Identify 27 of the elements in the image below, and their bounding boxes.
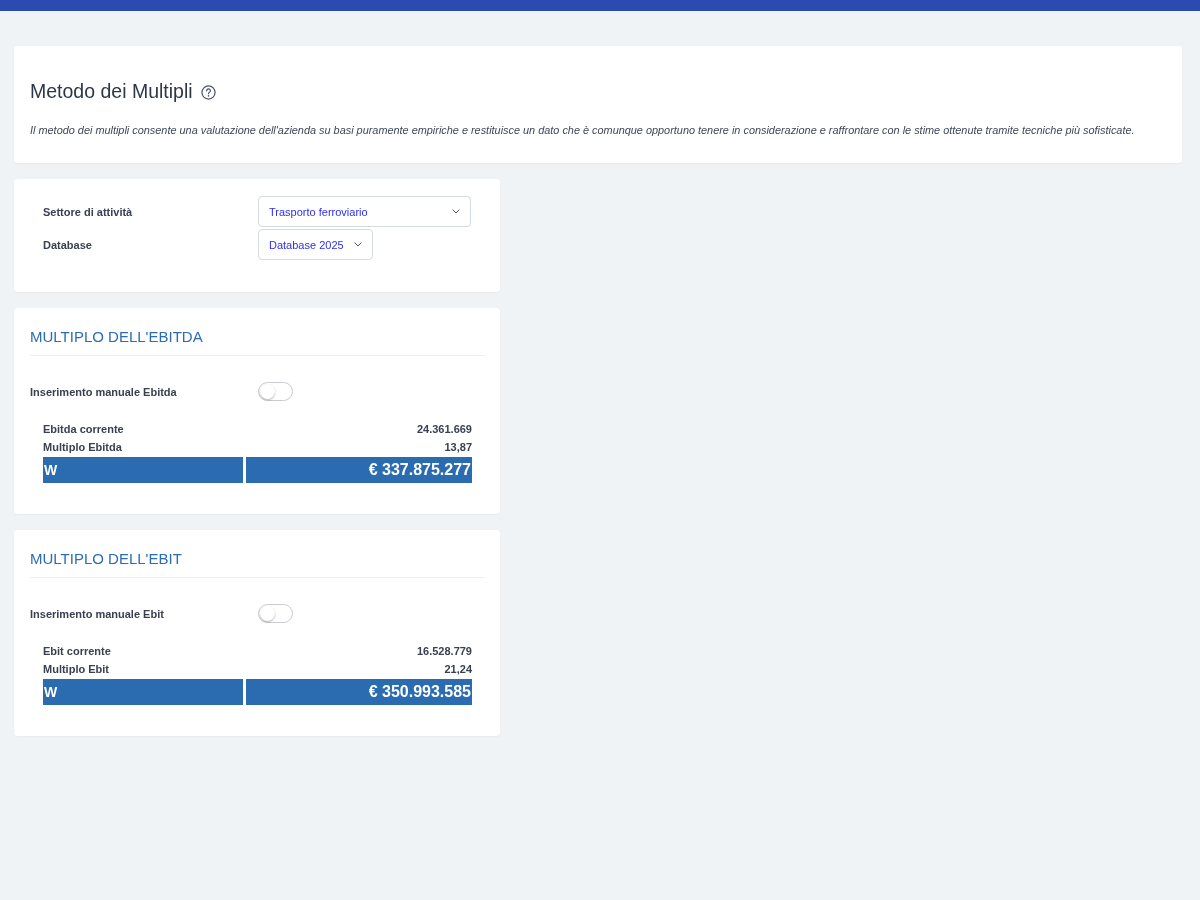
row-value: 24.361.669 [415, 422, 472, 437]
row-label: Multiplo Ebit [43, 662, 110, 677]
dropdown[interactable]: Database 2025 [258, 229, 373, 260]
help-icon[interactable] [200, 85, 216, 100]
toggle-switch[interactable] [258, 604, 293, 623]
row-value: 21,24 [443, 662, 472, 677]
row-label: Ebitda corrente [43, 422, 125, 437]
row-label: Multiplo Ebitda [43, 440, 123, 455]
result-label-cell: W [43, 457, 243, 483]
result-value-cell: € 350.993.585 [246, 679, 472, 705]
toggle-switch[interactable] [258, 382, 293, 401]
dropdown[interactable]: Trasporto ferroviario [258, 196, 471, 227]
page-title: Metodo dei Multipli [30, 79, 193, 104]
chevron-down-icon [353, 242, 362, 247]
toggle-label: Inserimento manuale Ebit [30, 607, 165, 620]
section-title: MULTIPLO DELL'EBITDA [30, 327, 204, 347]
row-label: Ebit corrente [43, 644, 112, 659]
field-label: Settore di attività [43, 205, 134, 218]
chevron-down-icon [452, 209, 460, 214]
toggle-label: Inserimento manuale Ebitda [30, 385, 178, 398]
field-label: Database [43, 238, 93, 251]
result-label-cell: W [43, 679, 243, 705]
section-title: MULTIPLO DELL'EBIT [30, 549, 183, 569]
row-value: 16.528.779 [415, 644, 472, 659]
description-text: Il metodo dei multipli consente una valutazione dell'azienda su basi puramente empiriche e restituisce un dato che è comunque opportuno tenere in considerazione e raffrontare con le stime ottenute tramite tecniche più sofisticate. [30, 123, 1136, 137]
result-value-cell: € 337.875.277 [246, 457, 472, 483]
row-value: 13,87 [443, 440, 472, 455]
